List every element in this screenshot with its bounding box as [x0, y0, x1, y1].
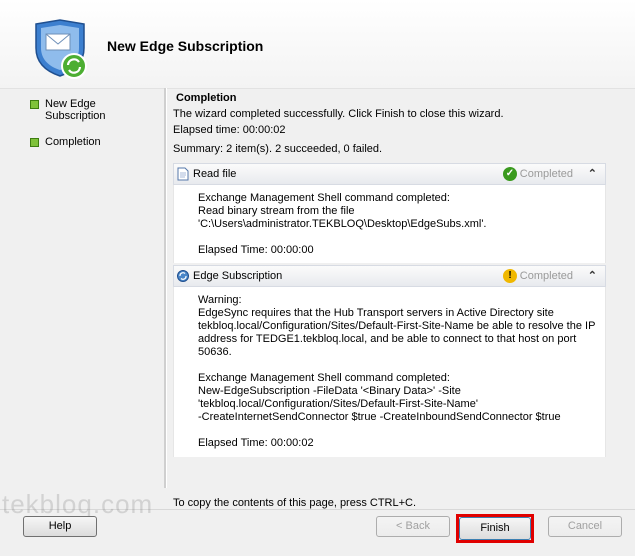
nav-label-line2: Subscription	[45, 110, 106, 122]
nav-divider	[164, 88, 167, 488]
document-icon	[177, 167, 189, 181]
log-line: Elapsed Time: 00:00:02	[198, 437, 314, 449]
log-line: Warning:	[198, 294, 242, 306]
section-body-read-file: Exchange Management Shell command comple…	[173, 185, 606, 263]
success-check-icon: ✓	[503, 167, 517, 181]
log-line: 'tekbloq.local/Configuration/Sites/Defau…	[198, 398, 478, 410]
log-line: 50636.	[198, 346, 232, 358]
log-line: -CreateInternetSendConnector $true -Crea…	[198, 411, 561, 423]
nav-label: Completion	[45, 136, 101, 148]
section-header-read-file[interactable]: Read file ✓ Completed ⌃	[173, 163, 606, 185]
log-line: address for TEDGE1.tekbloq.local, and be…	[198, 333, 577, 345]
section-title: Edge Subscription	[193, 270, 283, 282]
section-title: Read file	[193, 168, 237, 180]
collapse-chevron-icon[interactable]: ⌃	[588, 269, 597, 282]
log-line: Exchange Management Shell command comple…	[198, 192, 450, 204]
section-header-edge-subscription[interactable]: Edge Subscription ! Completed ⌃	[173, 265, 606, 287]
nav-label-line1: New Edge	[45, 98, 96, 110]
wizard-title: New Edge Subscription	[107, 38, 264, 54]
section-status: Completed	[519, 270, 573, 282]
section-body-edge-subscription: Warning: EdgeSync requires that the Hub …	[173, 287, 606, 457]
collapse-chevron-icon[interactable]: ⌃	[588, 167, 597, 180]
content-intro: The wizard completed successfully. Click…	[173, 108, 504, 120]
edge-subscription-icon	[177, 270, 189, 282]
content-heading: Completion	[176, 92, 237, 104]
section-status: Completed	[519, 168, 573, 180]
log-line: Exchange Management Shell command comple…	[198, 372, 450, 384]
warning-icon: !	[503, 269, 517, 283]
log-line: EdgeSync requires that the Hub Transport…	[198, 307, 554, 319]
step-complete-icon	[30, 138, 39, 147]
watermark: tekbloq.com	[2, 489, 154, 519]
elapsed-time: Elapsed time: 00:00:02	[173, 124, 286, 136]
exchange-shield-icon	[35, 19, 87, 79]
log-line: New-EdgeSubscription -FileData '<Binary …	[198, 385, 461, 397]
summary-text: Summary: 2 item(s). 2 succeeded, 0 faile…	[173, 143, 383, 155]
help-button[interactable]: Help	[23, 516, 97, 537]
back-button[interactable]: < Back	[376, 516, 450, 537]
log-line: tekbloq.local/Configuration/Sites/Defaul…	[198, 320, 596, 332]
cancel-button[interactable]: Cancel	[548, 516, 622, 537]
finish-highlight-box	[456, 514, 534, 543]
log-line: 'C:\Users\administrator.TEKBLOQ\Desktop\…	[198, 218, 487, 230]
wizard-header: New Edge Subscription	[0, 0, 635, 89]
log-line: Elapsed Time: 00:00:00	[198, 244, 314, 256]
step-complete-icon	[30, 100, 39, 109]
log-line: Read binary stream from the file	[198, 205, 355, 217]
